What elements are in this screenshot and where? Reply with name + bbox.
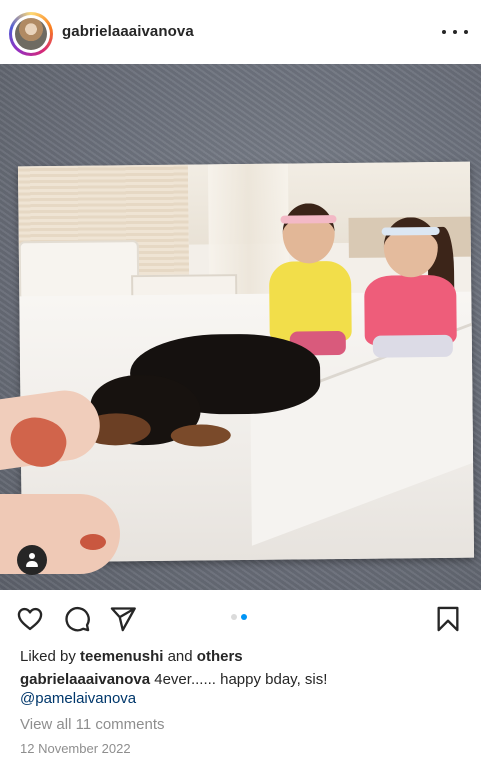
girl-headband: [381, 226, 440, 236]
user-tag-body: [26, 561, 38, 567]
more-dot: [442, 30, 446, 34]
photo-bed-headboard: [18, 240, 140, 302]
view-comments-link[interactable]: View all 11 comments: [20, 716, 165, 733]
heart-icon[interactable]: [16, 605, 44, 633]
post-date: 12 November 2022: [20, 741, 131, 756]
comment-icon[interactable]: [63, 605, 91, 633]
post-header: gabrielaaaivanova: [0, 0, 481, 64]
avatar-border: [12, 15, 50, 53]
avatar-image: [15, 18, 47, 50]
likes-line: Liked by teemenushi and others: [20, 648, 243, 665]
avatar[interactable]: [9, 12, 53, 56]
girl-head: [282, 203, 335, 264]
post-username[interactable]: gabrielaaaivanova: [62, 23, 194, 40]
bookmark-icon[interactable]: [434, 605, 462, 633]
caption-text: 4ever...... happy bday, sis!: [150, 671, 328, 688]
send-icon[interactable]: [109, 605, 137, 633]
likes-user-link[interactable]: teemenushi: [80, 648, 163, 665]
likes-others-link[interactable]: others: [197, 648, 243, 665]
more-icon[interactable]: [442, 22, 468, 42]
user-tag-head: [29, 553, 35, 559]
dog-paw: [170, 424, 231, 447]
more-dot: [453, 30, 457, 34]
post-image[interactable]: [0, 64, 481, 590]
carousel-dot: [231, 614, 237, 620]
caption-line: gabrielaaaivanova 4ever...... happy bday…: [20, 671, 327, 688]
carousel-indicator: [231, 614, 247, 620]
user-tag-icon[interactable]: [17, 545, 47, 575]
photo-girl-pink: [363, 216, 465, 368]
likes-prefix: Liked by: [20, 648, 81, 665]
girl-legs: [372, 334, 453, 358]
caption-username[interactable]: gabrielaaaivanova: [20, 671, 150, 688]
girl-headband: [280, 215, 337, 224]
more-dot: [464, 30, 468, 34]
likes-and: and: [163, 648, 197, 665]
caption-mention[interactable]: @pamelaivanova: [20, 690, 136, 707]
hand-nail: [80, 534, 106, 550]
carousel-dot-active: [241, 614, 247, 620]
